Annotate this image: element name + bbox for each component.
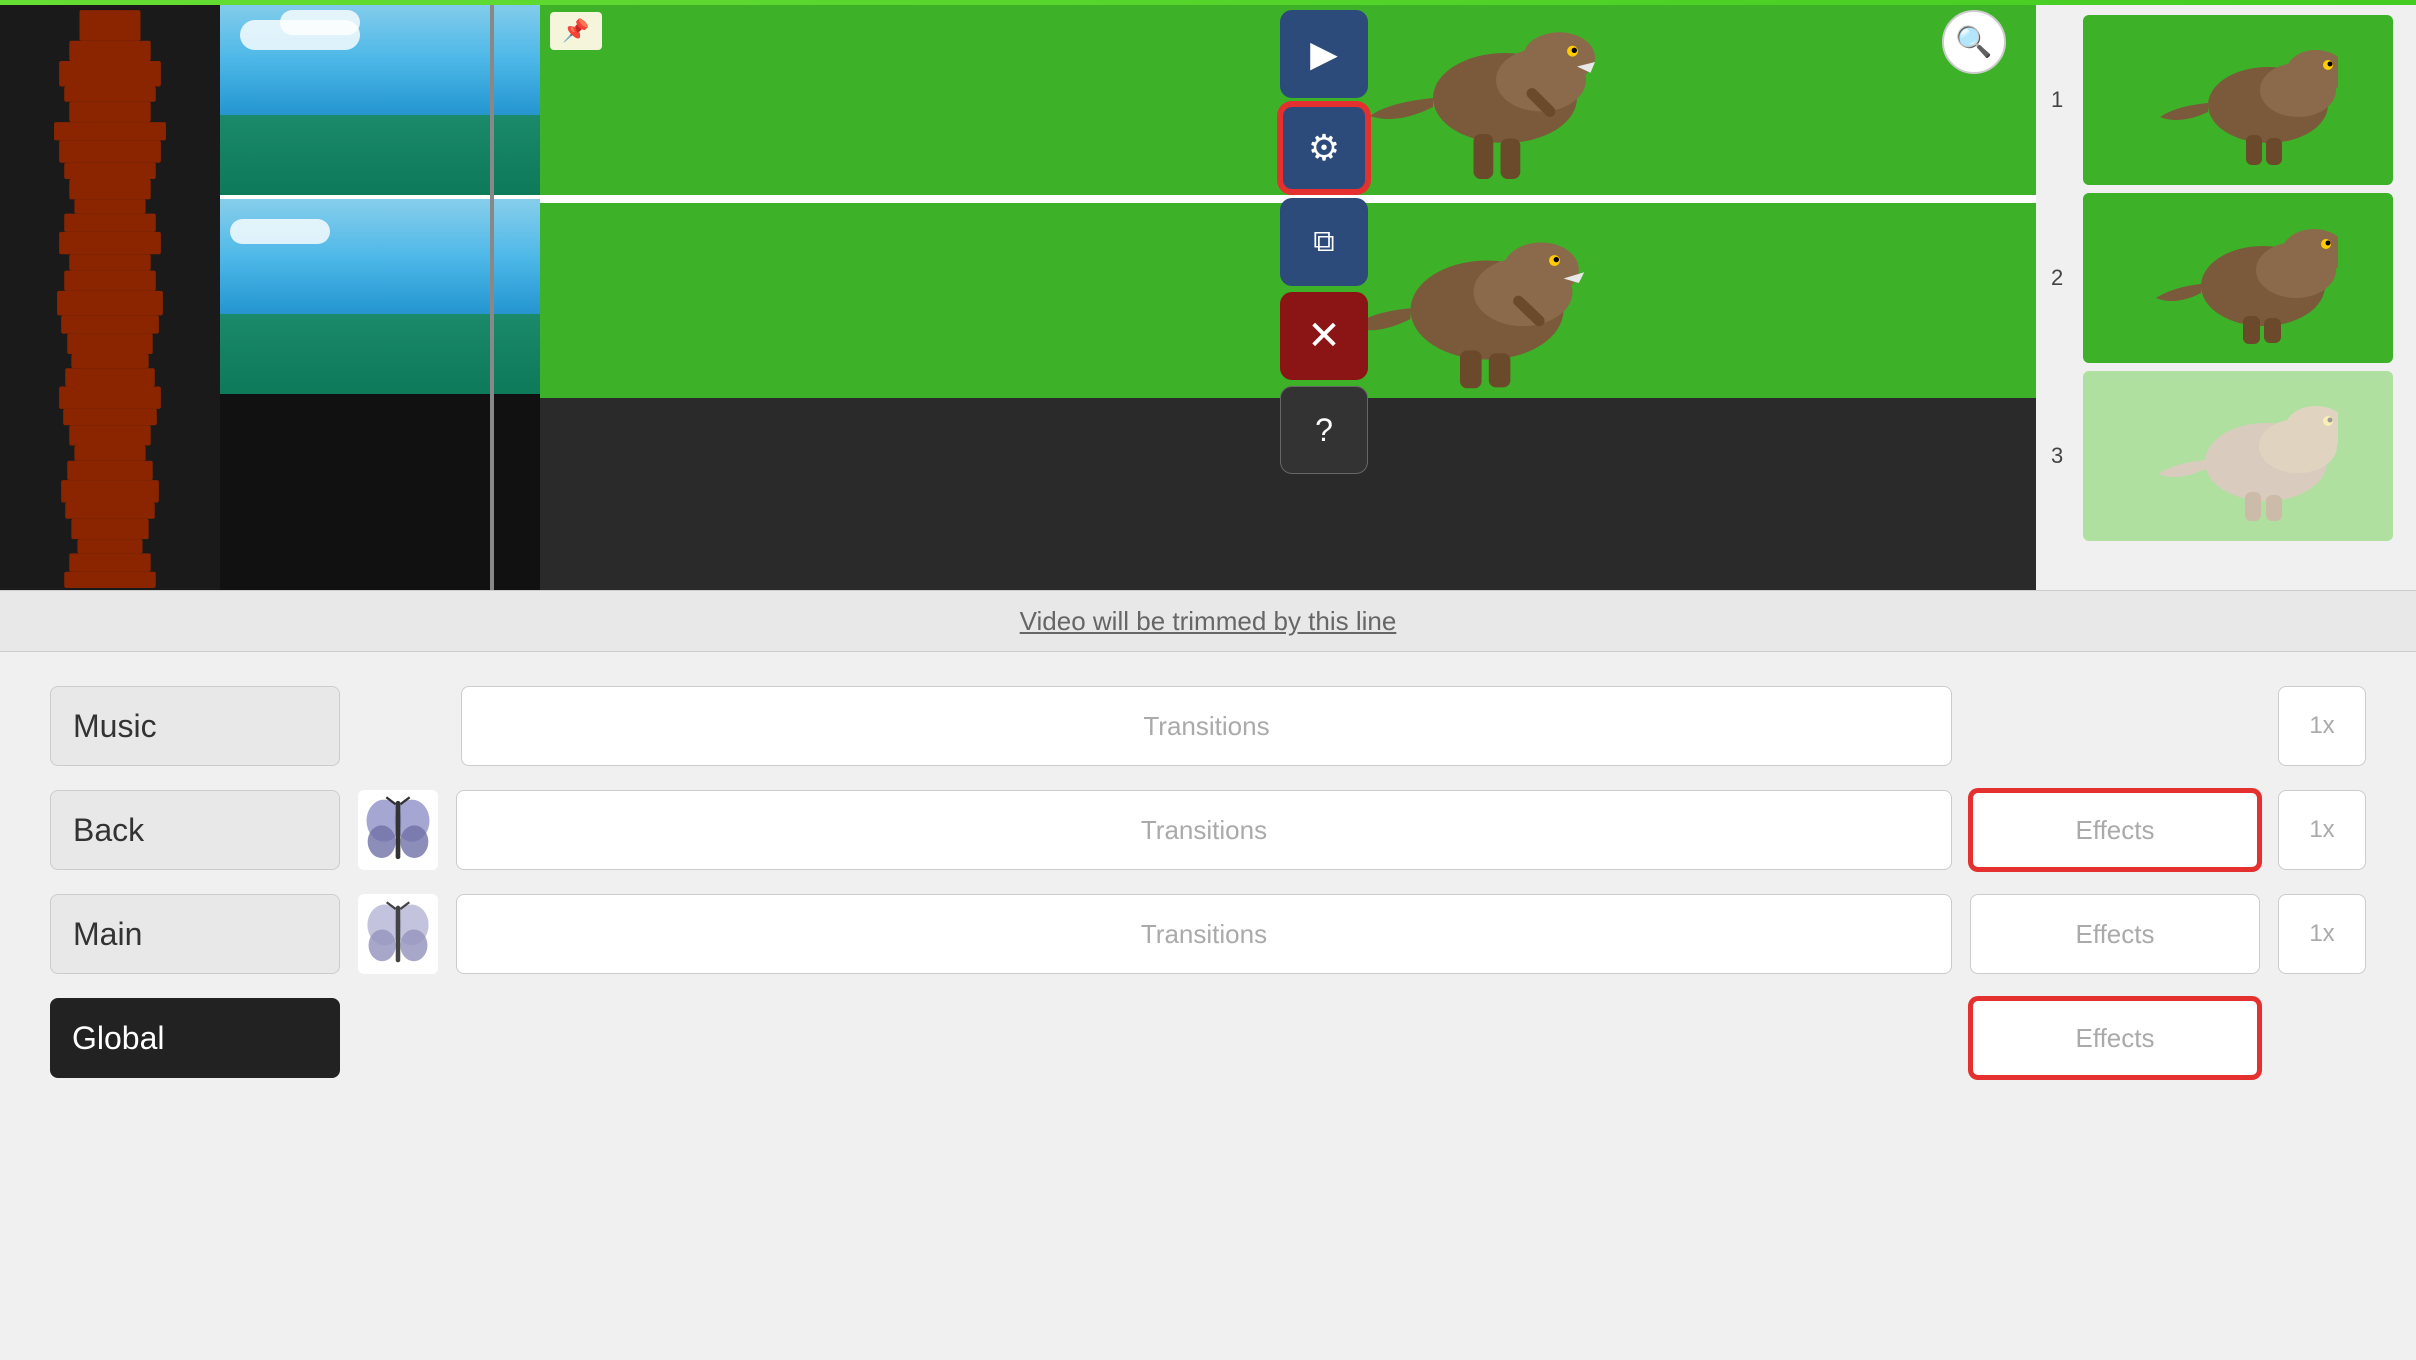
- back-track-row: Back Transitions Effects 1x: [50, 786, 2366, 874]
- back-thumbnail: [358, 790, 438, 870]
- thumb-number-3: 3: [2051, 443, 2073, 469]
- pin-icon: 📌: [550, 12, 602, 50]
- zoom-button[interactable]: 🔍: [1942, 10, 2006, 74]
- thumb-number-1: 1: [2051, 87, 2073, 113]
- play-button[interactable]: ▶: [1280, 10, 1368, 98]
- main-label-button[interactable]: Main: [50, 894, 340, 974]
- main-multiplier-button[interactable]: 1x: [2278, 894, 2366, 974]
- copy-button[interactable]: ⧉: [1280, 198, 1368, 286]
- delete-button[interactable]: ✕: [1280, 292, 1368, 380]
- thumbnail-1: [2083, 15, 2393, 185]
- thumbnail-2: [2083, 193, 2393, 363]
- waveform-container: [0, 0, 220, 590]
- music-label-button[interactable]: Music: [50, 686, 340, 766]
- back-multiplier-button[interactable]: 1x: [2278, 790, 2366, 870]
- help-button[interactable]: ?: [1280, 386, 1368, 474]
- music-track-row: Music Transitions 1x: [50, 682, 2366, 770]
- back-effects-button[interactable]: Effects: [1970, 790, 2260, 870]
- main-effects-button[interactable]: Effects: [1970, 894, 2260, 974]
- global-effects-button[interactable]: Effects: [1970, 998, 2260, 1078]
- settings-button[interactable]: ⚙: [1280, 104, 1368, 192]
- main-thumbnail: [358, 894, 438, 974]
- top-accent-line: [0, 0, 2416, 5]
- music-transitions-button[interactable]: Transitions: [461, 686, 1952, 766]
- music-multiplier-button[interactable]: 1x: [2278, 686, 2366, 766]
- global-track-row: Global Effects: [50, 994, 2366, 1082]
- global-label-button[interactable]: Global: [50, 998, 340, 1078]
- main-track-row: Main Transitions Effects 1x: [50, 890, 2366, 978]
- thumb-row-1: 1: [2036, 15, 2416, 185]
- back-transitions-button[interactable]: Transitions: [456, 790, 1952, 870]
- back-label-button[interactable]: Back: [50, 790, 340, 870]
- thumb-row-3: 3: [2036, 371, 2416, 541]
- trim-text: Video will be trimmed by this line: [1020, 606, 1397, 637]
- trim-line-area: Video will be trimmed by this line: [0, 590, 2416, 652]
- thumb-row-2: 2: [2036, 193, 2416, 363]
- bottom-controls: Music Transitions 1x Back: [0, 652, 2416, 1112]
- thumbnails-panel: 1 2: [2036, 0, 2416, 590]
- popup-menu: ▶ ⚙ ⧉ ✕ ?: [1280, 10, 1368, 474]
- waveform-panel: [0, 0, 220, 590]
- track-separator-left: [490, 0, 494, 590]
- main-transitions-button[interactable]: Transitions: [456, 894, 1952, 974]
- thumbnail-3: [2083, 371, 2393, 541]
- thumb-number-2: 2: [2051, 265, 2073, 291]
